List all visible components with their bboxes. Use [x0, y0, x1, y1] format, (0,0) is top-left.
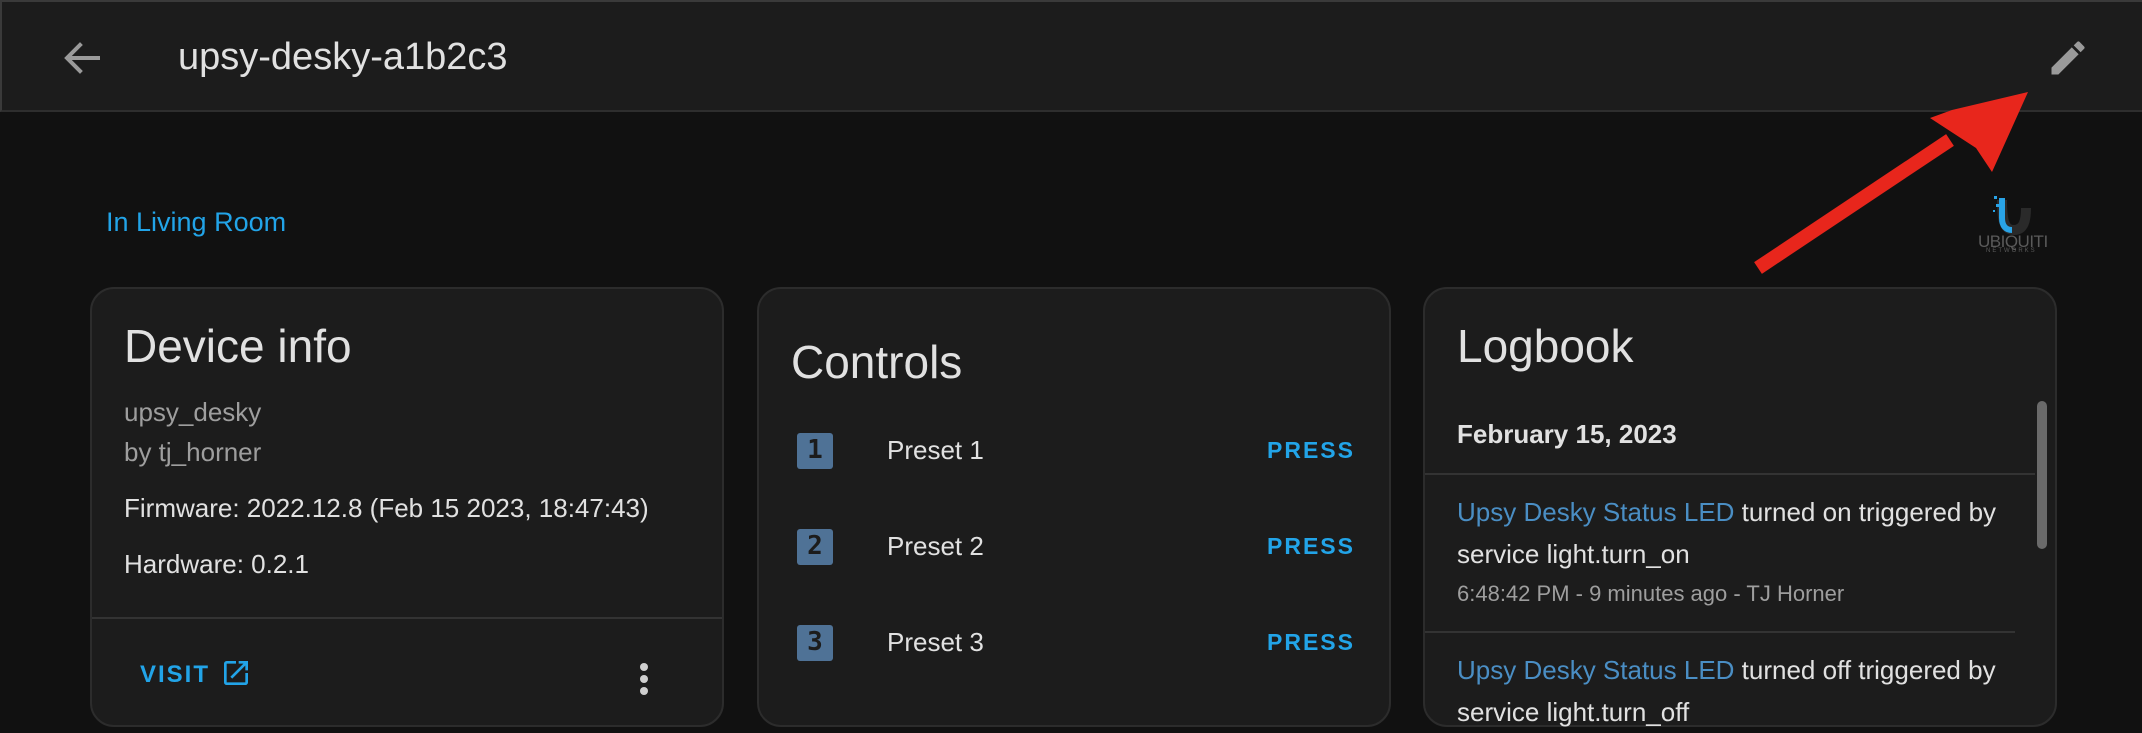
entity-link[interactable]: Upsy Desky Status LED [1457, 655, 1734, 685]
control-row-preset-2: 2 Preset 2 PRESS [759, 521, 1389, 581]
numeric-1-box-icon: 1 [797, 433, 833, 469]
card-divider [92, 617, 722, 619]
pencil-icon [2051, 41, 2085, 75]
annotation-arrow-icon [1754, 92, 2028, 274]
entity-link[interactable]: Upsy Desky Status LED [1457, 497, 1734, 527]
logbook-scrollbar[interactable] [2037, 401, 2047, 549]
preset-2-icon-digit: 2 [807, 531, 823, 561]
logbook-entry-divider [1425, 631, 2015, 633]
preset-3-press-button[interactable]: PRESS [1267, 629, 1355, 656]
visit-label: VISIT [140, 661, 211, 688]
preset-2-label: Preset 2 [887, 531, 984, 561]
arrow-left-icon [64, 42, 100, 74]
logbook-date: February 15, 2023 [1457, 419, 1677, 449]
logbook-card: Logbook February 15, 2023 Upsy Desky Sta… [1423, 287, 2057, 727]
preset-3-label: Preset 3 [887, 627, 984, 657]
logbook-divider [1425, 473, 2035, 475]
dots-vertical-icon [640, 663, 648, 695]
logbook-entry: Upsy Desky Status LED turned on triggere… [1457, 491, 2017, 575]
visit-device-button[interactable]: VISIT [140, 660, 252, 689]
device-manufacturer: by tj_horner [124, 437, 262, 467]
area-link[interactable]: In Living Room [106, 207, 286, 238]
control-row-preset-3: 3 Preset 3 PRESS [759, 617, 1389, 677]
numeric-2-box-icon: 2 [797, 529, 833, 565]
back-button[interactable] [58, 32, 106, 84]
preset-1-press-button[interactable]: PRESS [1267, 437, 1355, 464]
edit-button[interactable] [2046, 36, 2090, 80]
page-title: upsy-desky-a1b2c3 [178, 36, 508, 78]
preset-1-label: Preset 1 [887, 435, 984, 465]
logbook-title: Logbook [1457, 320, 1634, 372]
preset-3-icon-digit: 3 [807, 627, 823, 657]
logbook-entry-meta: 6:48:42 PM - 9 minutes ago - TJ Horner [1457, 581, 1845, 606]
device-model: upsy_desky [124, 397, 262, 427]
controls-title: Controls [791, 336, 963, 388]
numeric-3-box-icon: 3 [797, 625, 833, 661]
hardware-info: Hardware: 0.2.1 [124, 549, 309, 579]
firmware-info: Firmware: 2022.12.8 (Feb 15 2023, 18:47:… [124, 493, 649, 523]
controls-card: Controls 1 Preset 1 PRESS 2 Preset 2 PRE… [757, 287, 1391, 727]
device-info-title: Device info [124, 320, 352, 372]
control-row-preset-1: 1 Preset 1 PRESS [759, 425, 1389, 485]
logbook-entry: Upsy Desky Status LED turned off trigger… [1457, 649, 2017, 733]
device-info-card: Device info upsy_desky by tj_horner Firm… [90, 287, 724, 727]
more-options-button[interactable] [632, 659, 656, 699]
open-in-new-icon [224, 660, 249, 685]
preset-1-icon-digit: 1 [807, 435, 823, 465]
preset-2-press-button[interactable]: PRESS [1267, 533, 1355, 560]
